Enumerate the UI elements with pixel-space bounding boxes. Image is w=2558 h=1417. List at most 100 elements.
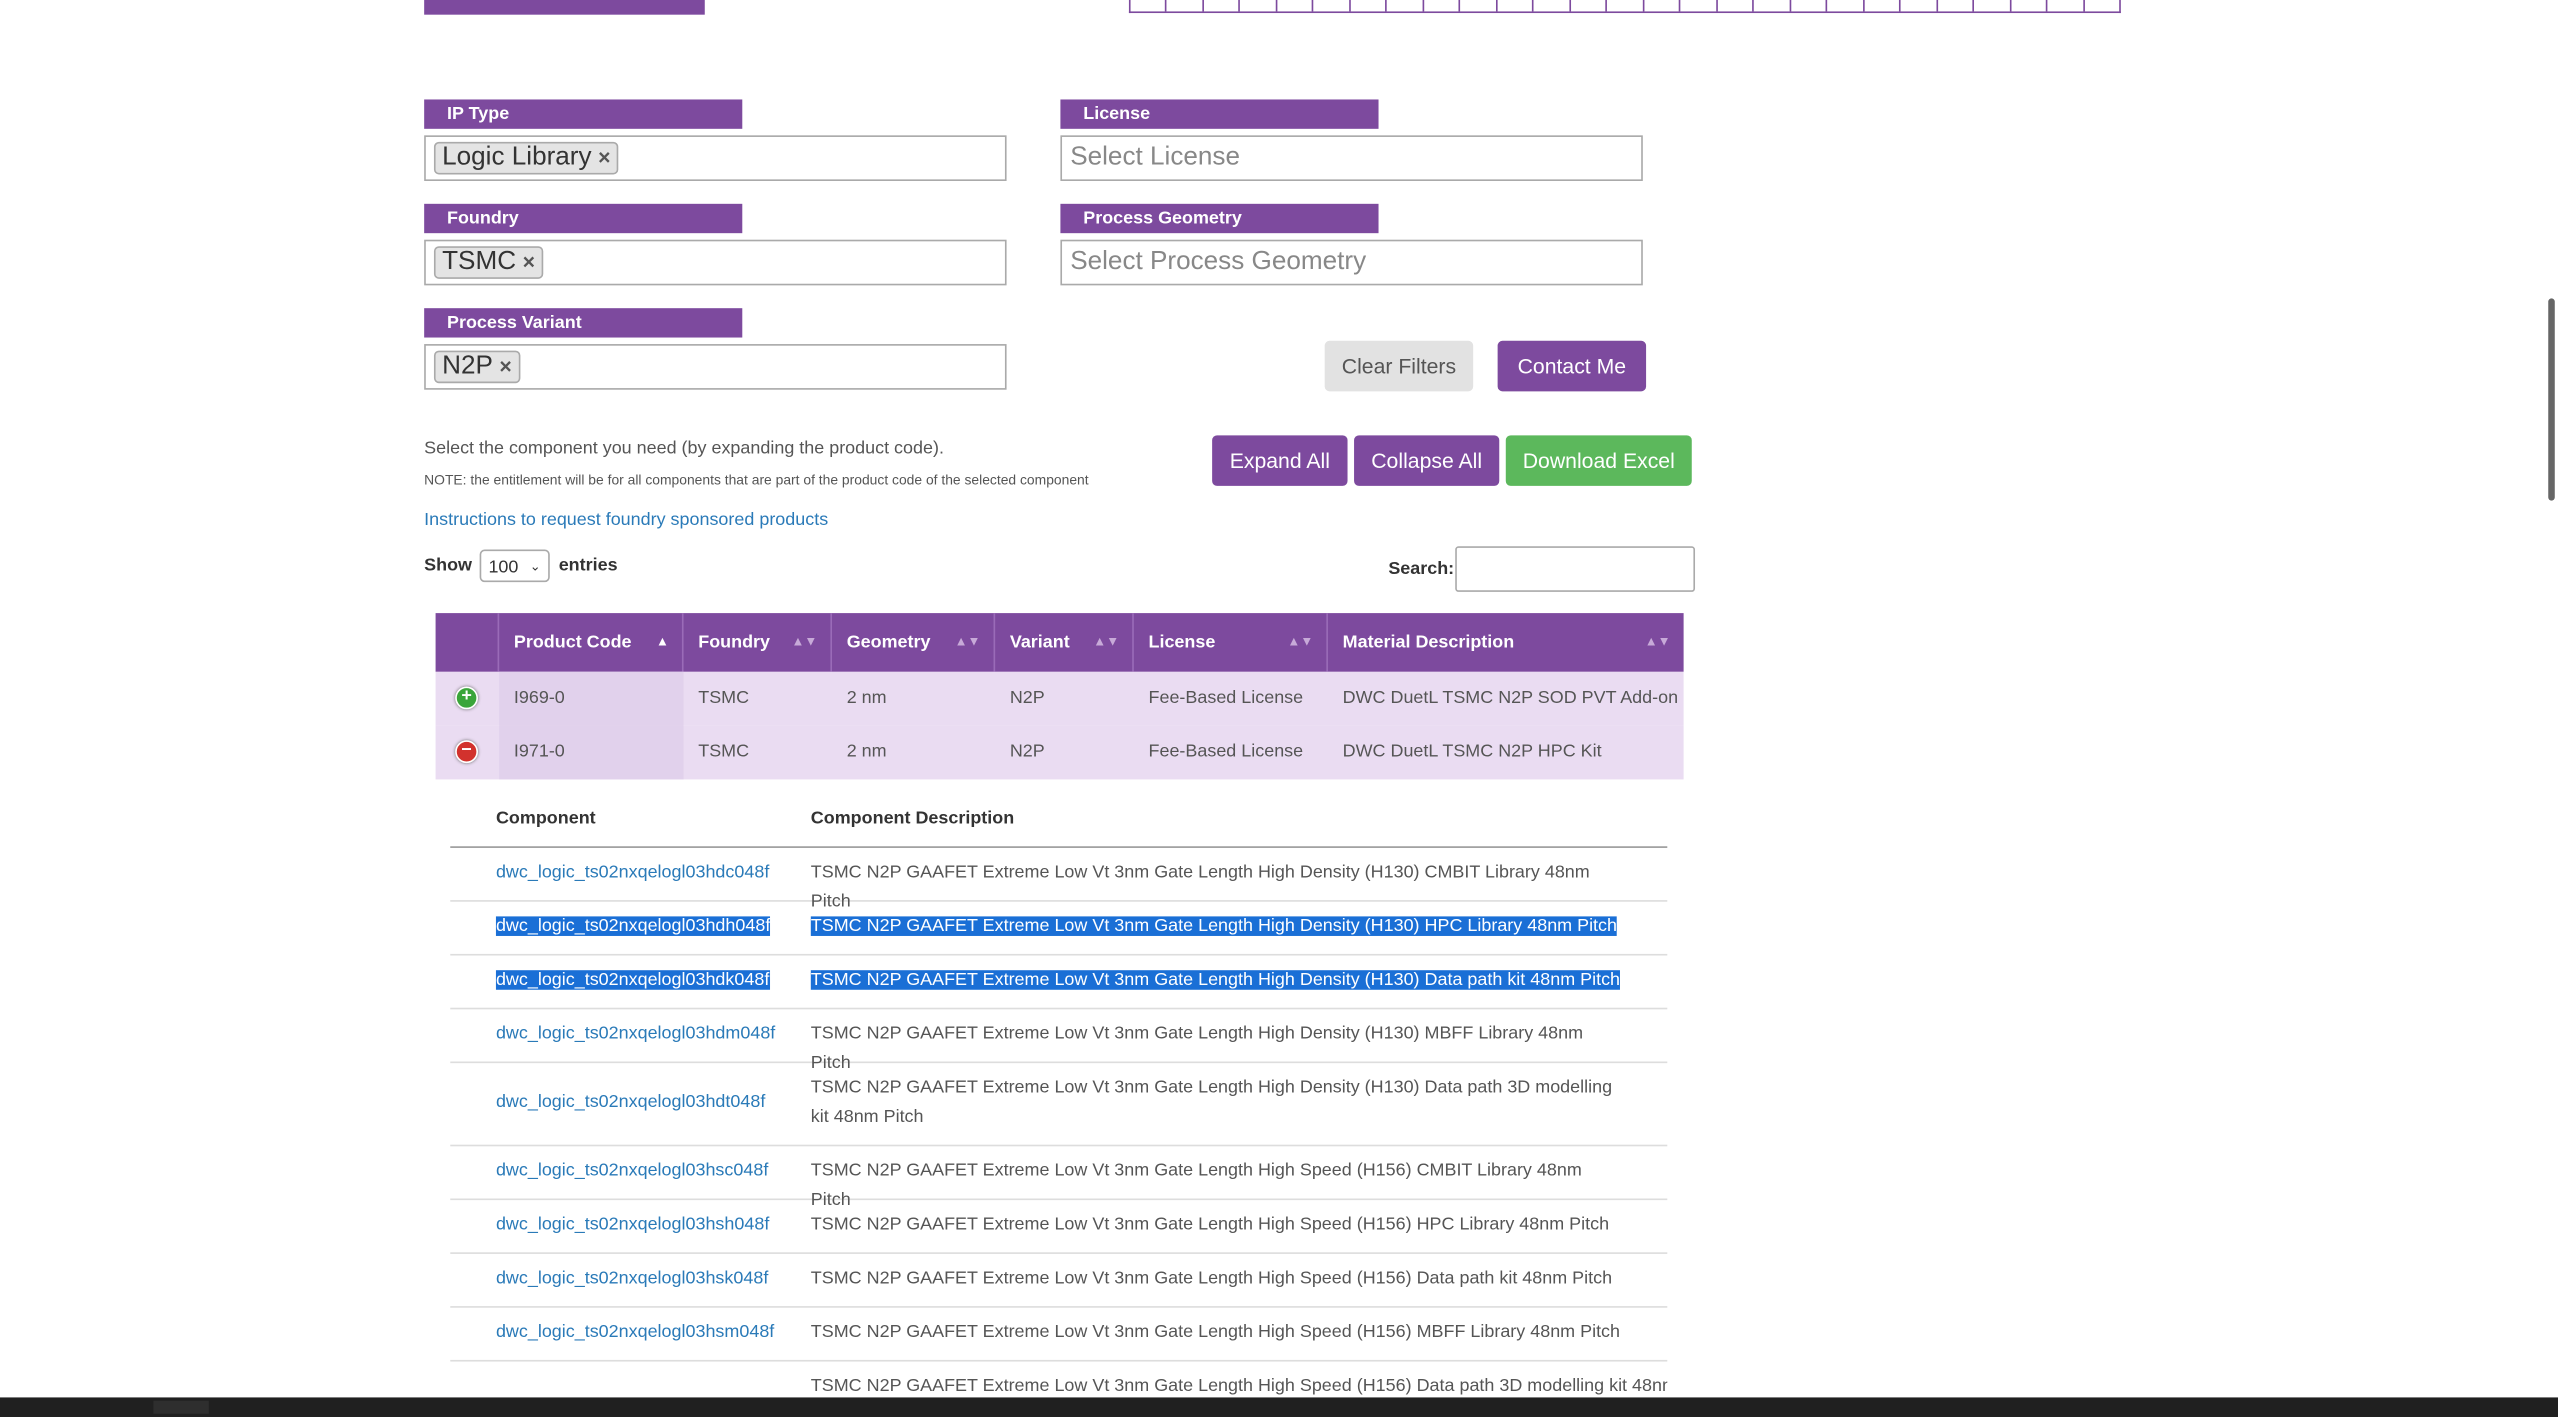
- chip-remove-icon[interactable]: ×: [523, 249, 535, 273]
- table-row[interactable]: − I971-0 TSMC 2 nm N2P Fee-Based License…: [435, 725, 1684, 780]
- instructions-link[interactable]: Instructions to request foundry sponsore…: [424, 510, 828, 530]
- th-product-code[interactable]: Product Code ▲: [499, 613, 684, 672]
- component-description: TSMC N2P GAAFET Extreme Low Vt 3nm Gate …: [810, 1322, 1621, 1342]
- contact-me-button[interactable]: Contact Me: [1497, 340, 1647, 392]
- chevron-down-icon: ⌄: [529, 559, 541, 574]
- chip-remove-icon[interactable]: ×: [499, 354, 511, 378]
- collapse-minus-icon[interactable]: −: [455, 740, 479, 764]
- foundry-chip: TSMC ×: [433, 246, 544, 279]
- component-link[interactable]: dwc_logic_ts02nxqelogl03hsh048f: [496, 1215, 769, 1235]
- sort-icon: ▲▼: [791, 634, 818, 649]
- th-material-description[interactable]: Material Description ▲▼: [1328, 613, 1684, 672]
- process-geometry-placeholder: Select Process Geometry: [1070, 247, 1367, 276]
- cell-variant: N2P: [1009, 741, 1045, 762]
- foundry-chip-text: TSMC: [442, 247, 517, 276]
- select-component-note: Select the component you need (by expand…: [424, 438, 944, 459]
- cell-variant: N2P: [1009, 688, 1045, 708]
- component-link[interactable]: dwc_logic_ts02nxqelogl03hdm048f: [496, 1024, 775, 1044]
- process-geometry-label: Process Geometry: [1060, 203, 1379, 234]
- th-label: Foundry: [698, 632, 771, 653]
- component-description: TSMC N2P GAAFET Extreme Low Vt 3nm Gate …: [810, 970, 1621, 990]
- process-variant-chip: N2P ×: [433, 350, 520, 384]
- process-geometry-select[interactable]: Select Process Geometry: [1060, 239, 1643, 286]
- component-description: TSMC N2P GAAFET Extreme Low Vt 3nm Gate …: [810, 1376, 1668, 1396]
- th-label: Material Description: [1342, 632, 1515, 653]
- cell-product-code: I969-0: [499, 671, 684, 726]
- component-table-header: Component Component Description: [450, 794, 1668, 848]
- show-entries: Show 100 ⌄ entries: [424, 549, 618, 583]
- entitlement-note: NOTE: the entitlement will be for all co…: [424, 471, 1089, 488]
- th-label: Geometry: [846, 632, 931, 653]
- th-license[interactable]: License ▲▼: [1134, 613, 1328, 672]
- th-label: Product Code: [513, 632, 632, 653]
- products-table-header: Product Code ▲ Foundry ▲▼ Geometry ▲▼ Varia…: [435, 613, 1684, 672]
- top-partial-label: [424, 0, 705, 15]
- download-excel-button[interactable]: Download Excel: [1505, 435, 1692, 486]
- process-variant-chip-text: N2P: [442, 352, 493, 380]
- sort-icon: ▲▼: [1093, 634, 1120, 649]
- taskbar-app[interactable]: [153, 1400, 209, 1414]
- cell-foundry: TSMC: [698, 741, 750, 762]
- search-label: Search:: [1388, 559, 1455, 579]
- foundry-select[interactable]: TSMC ×: [424, 239, 1007, 286]
- component-row[interactable]: dwc_logic_ts02nxqelogl03hsm048f TSMC N2P…: [450, 1306, 1668, 1362]
- expand-all-button[interactable]: Expand All: [1212, 435, 1348, 486]
- component-row[interactable]: dwc_logic_ts02nxqelogl03hdc048f TSMC N2P…: [450, 846, 1668, 912]
- page-scrollbar[interactable]: [2548, 298, 2555, 501]
- search-input[interactable]: [1455, 546, 1696, 592]
- entries-label: entries: [558, 556, 618, 576]
- cell-geometry: 2 nm: [846, 741, 887, 762]
- component-row[interactable]: dwc_logic_ts02nxqelogl03hsh048f TSMC N2P…: [450, 1198, 1668, 1254]
- ip-type-select[interactable]: Logic Library ×: [424, 135, 1007, 181]
- top-partial-widget: [424, 0, 2121, 15]
- component-description: TSMC N2P GAAFET Extreme Low Vt 3nm Gate …: [810, 1214, 1610, 1235]
- process-variant-label: Process Variant: [424, 308, 743, 338]
- component-row[interactable]: dwc_logic_ts02nxqelogl03hsk048f TSMC N2P…: [450, 1252, 1668, 1308]
- component-link[interactable]: dwc_logic_ts02nxqelogl03hdk048f: [495, 970, 770, 990]
- component-link[interactable]: dwc_logic_ts02nxqelogl03hdh048f: [495, 916, 771, 936]
- license-select[interactable]: Select License: [1060, 135, 1643, 181]
- show-label: Show: [424, 556, 473, 576]
- component-row[interactable]: dwc_logic_ts02nxqelogl03hdt048f TSMC N2P…: [450, 1062, 1668, 1147]
- component-description-wrap: TSMC N2P GAAFET Extreme Low Vt 3nm Gate …: [810, 912, 1618, 941]
- component-link[interactable]: dwc_logic_ts02nxqelogl03hsm048f: [496, 1322, 774, 1342]
- component-description: TSMC N2P GAAFET Extreme Low Vt 3nm Gate …: [810, 916, 1618, 936]
- th-component-description: Component Description: [810, 808, 1015, 829]
- component-row[interactable]: dwc_logic_ts02nxqelogl03hdk048f TSMC N2P…: [450, 954, 1668, 1010]
- cell-product-code: I971-0: [499, 725, 684, 780]
- chip-remove-icon[interactable]: ×: [598, 145, 610, 169]
- clear-filters-button[interactable]: Clear Filters: [1324, 340, 1474, 392]
- ip-type-chip-text: Logic Library: [442, 143, 592, 172]
- ip-type-label: IP Type: [424, 99, 743, 129]
- component-row[interactable]: dwc_logic_ts02nxqelogl03hdm048f TSMC N2P…: [450, 1008, 1668, 1073]
- ip-type-chip: Logic Library ×: [433, 141, 619, 175]
- foundry-label: Foundry: [424, 203, 743, 234]
- th-component: Component: [495, 808, 596, 829]
- th-foundry[interactable]: Foundry ▲▼: [684, 613, 833, 672]
- taskbar: [0, 1397, 2558, 1417]
- component-row[interactable]: TSMC N2P GAAFET Extreme Low Vt 3nm Gate …: [450, 1360, 1667, 1398]
- th-label: Variant: [1009, 632, 1070, 653]
- th-geometry[interactable]: Geometry ▲▼: [832, 613, 996, 672]
- component-row[interactable]: dwc_logic_ts02nxqelogl03hsc048f TSMC N2P…: [450, 1145, 1668, 1210]
- cell-description: DWC DuetL TSMC N2P HPC Kit: [1342, 741, 1602, 762]
- sort-icon: ▲▼: [1644, 634, 1671, 649]
- entries-value: 100: [488, 557, 519, 578]
- cell-license: Fee-Based License: [1148, 688, 1304, 708]
- toggle-cell: −: [436, 726, 500, 780]
- cell-foundry: TSMC: [698, 688, 750, 708]
- component-row[interactable]: dwc_logic_ts02nxqelogl03hdh048f TSMC N2P…: [450, 900, 1668, 956]
- license-placeholder: Select License: [1070, 143, 1240, 172]
- component-link[interactable]: dwc_logic_ts02nxqelogl03hdt048f: [496, 1093, 765, 1113]
- th-variant[interactable]: Variant ▲▼: [995, 613, 1134, 672]
- component-link[interactable]: dwc_logic_ts02nxqelogl03hdc048f: [496, 863, 769, 883]
- process-variant-select[interactable]: N2P ×: [424, 344, 1007, 390]
- entries-select[interactable]: 100 ⌄: [480, 549, 551, 583]
- component-link[interactable]: dwc_logic_ts02nxqelogl03hsc048f: [496, 1161, 768, 1181]
- expand-plus-icon[interactable]: +: [455, 686, 479, 710]
- table-row[interactable]: + I969-0 TSMC 2 nm N2P Fee-Based License…: [435, 671, 1684, 726]
- component-link[interactable]: dwc_logic_ts02nxqelogl03hsk048f: [496, 1269, 768, 1289]
- th-label: License: [1148, 632, 1216, 653]
- expand-column-header: [436, 613, 500, 672]
- collapse-all-button[interactable]: Collapse All: [1354, 435, 1500, 486]
